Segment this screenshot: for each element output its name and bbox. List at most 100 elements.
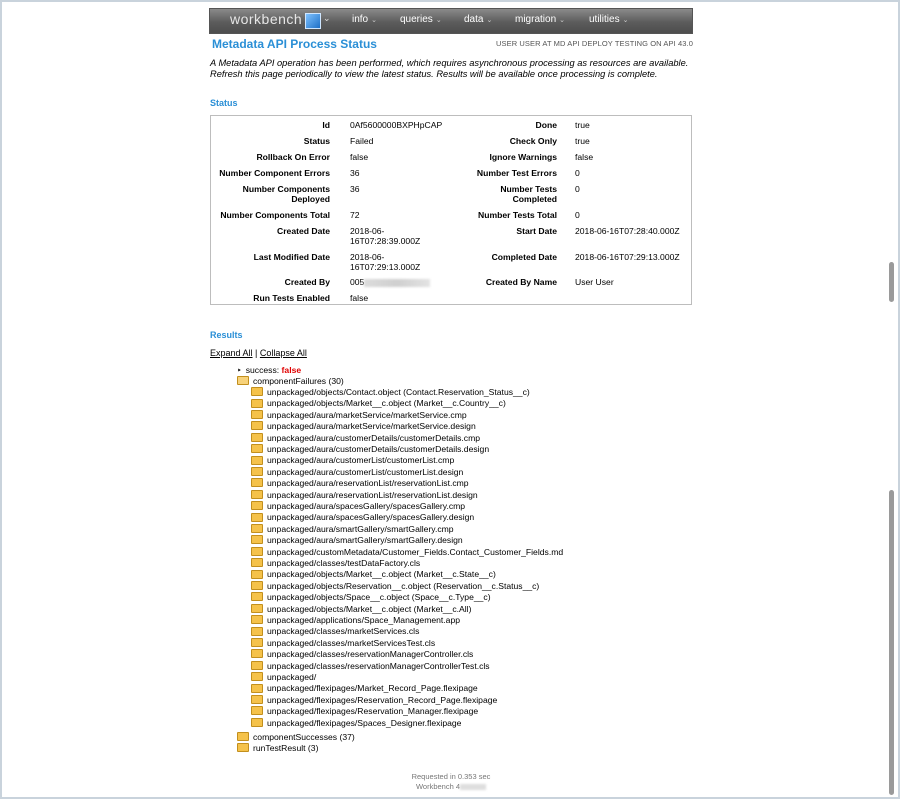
tree-node-success: ‣ success: false: [237, 365, 301, 376]
status-value-tests-completed: 0: [575, 184, 580, 194]
created-by-prefix: 005: [350, 277, 365, 287]
tree-node-failure[interactable]: unpackaged/flexipages/Spaces_Designer.fl…: [251, 718, 461, 729]
nav-menu-label: data: [464, 14, 484, 25]
tree-node-label: unpackaged/aura/spacesGallery/spacesGall…: [267, 501, 466, 511]
folder-icon: [251, 683, 263, 693]
tree-node-label: unpackaged/flexipages/Reservation_Record…: [267, 694, 498, 705]
tree-node-failure[interactable]: unpackaged/flexipages/Market_Record_Page…: [251, 683, 478, 694]
collapse-all-link[interactable]: Collapse All: [260, 348, 307, 358]
nav-menu-queries[interactable]: queries ⌄: [400, 14, 442, 25]
tree-node-failure[interactable]: unpackaged/aura/marketService/marketServ…: [251, 410, 467, 421]
tree-node-label: unpackaged/objects/Reservation__c.object…: [267, 580, 540, 591]
tree-node-component-failures[interactable]: componentFailures (30): [237, 376, 344, 387]
nav-menu-label: info: [352, 14, 369, 25]
status-value-component-errors: 36: [350, 168, 360, 178]
folder-icon: [251, 660, 263, 670]
tree-node-label: unpackaged/flexipages/Reservation_Manage…: [267, 706, 479, 717]
tree-node-failure[interactable]: unpackaged/classes/reservationManagerCon…: [251, 649, 473, 660]
tree-node-label: unpackaged/classes/testDataFactory.cls: [267, 558, 421, 568]
tree-node-failure[interactable]: unpackaged/customMetadata/Customer_Field…: [251, 547, 563, 558]
tree-node-label: unpackaged/classes/reservationManagerCon…: [267, 660, 490, 671]
folder-icon: [251, 524, 263, 534]
chevron-down-icon[interactable]: ⌄: [323, 13, 331, 24]
folder-icon: [251, 581, 263, 591]
tree-node-failure[interactable]: unpackaged/aura/reservationList/reservat…: [251, 478, 469, 489]
brand-logo-text[interactable]: workbench: [230, 11, 302, 27]
status-label-created-by: Created By: [284, 277, 330, 287]
chevron-down-icon: ⌄: [435, 17, 442, 24]
tree-node-failure[interactable]: unpackaged/objects/Space__c.object (Spac…: [251, 592, 491, 603]
tree-node-label: unpackaged/classes/marketServices.cls: [267, 626, 420, 637]
folder-icon: [251, 535, 263, 545]
tree-node-failure[interactable]: unpackaged/aura/smartGallery/smartGaller…: [251, 524, 454, 535]
tree-node-failure[interactable]: unpackaged/flexipages/Reservation_Manage…: [251, 706, 478, 717]
tree-node-failure[interactable]: unpackaged/objects/Contact.object (Conta…: [251, 387, 530, 398]
tree-node-failure[interactable]: unpackaged/: [251, 672, 316, 683]
nav-menu-migration[interactable]: migration ⌄: [515, 14, 565, 25]
tree-node-failure[interactable]: unpackaged/classes/marketServicesTest.cl…: [251, 638, 435, 649]
tree-node-failure[interactable]: unpackaged/aura/smartGallery/smartGaller…: [251, 535, 463, 546]
tree-node-failure[interactable]: unpackaged/classes/marketServices.cls: [251, 626, 419, 637]
folder-icon: [251, 467, 263, 477]
user-info-text: USER USER AT MD API DEPLOY TESTING ON AP…: [495, 39, 693, 48]
chevron-down-icon: ⌄: [559, 17, 566, 24]
status-value-tests-total: 0: [575, 210, 580, 220]
tree-node-label: unpackaged/objects/Market__c.object (Mar…: [267, 569, 496, 580]
folder-icon: [237, 743, 249, 753]
nav-menu-info[interactable]: info ⌄: [352, 14, 377, 25]
results-heading: Results: [210, 330, 243, 340]
scrollbar-thumb-upper[interactable]: [889, 262, 894, 302]
status-label-completed-date: Completed Date: [491, 252, 557, 262]
intro-message: A Metadata API operation has been perfor…: [210, 58, 689, 79]
folder-icon: [251, 398, 263, 408]
tree-node-failure[interactable]: unpackaged/aura/spacesGallery/spacesGall…: [251, 512, 474, 523]
tree-node-component-successes[interactable]: componentSuccesses (37): [237, 732, 355, 743]
status-label-id: Id: [322, 120, 330, 130]
tree-node-label: unpackaged/aura/smartGallery/smartGaller…: [267, 523, 454, 534]
nav-menu-utilities[interactable]: utilities ⌄: [589, 14, 628, 25]
folder-icon: [251, 569, 263, 579]
tree-node-failure[interactable]: unpackaged/aura/reservationList/reservat…: [251, 490, 478, 501]
tree-node-run-test-result[interactable]: runTestResult (3): [237, 743, 318, 754]
folder-icon: [251, 592, 263, 602]
folder-icon: [251, 695, 263, 705]
tree-node-failure[interactable]: unpackaged/aura/marketService/marketServ…: [251, 421, 476, 432]
tree-node-failure[interactable]: unpackaged/aura/spacesGallery/spacesGall…: [251, 501, 465, 512]
tree-node-label: unpackaged/objects/Market__c.object (Mar…: [267, 398, 506, 409]
tree-node-failure[interactable]: unpackaged/objects/Reservation__c.object…: [251, 581, 539, 592]
tree-node-failure[interactable]: unpackaged/aura/customerDetails/customer…: [251, 444, 489, 455]
tree-node-failure[interactable]: unpackaged/classes/reservationManagerCon…: [251, 661, 490, 672]
status-value-completed-date: 2018-06-16T07:29:13.000Z: [575, 252, 680, 262]
folder-icon: [251, 649, 263, 659]
status-value-done: true: [575, 120, 590, 130]
request-time: Requested in 0.353 sec: [411, 772, 491, 781]
tree-node-failure[interactable]: unpackaged/objects/Market__c.object (Mar…: [251, 398, 506, 409]
vertical-scrollbar[interactable]: [888, 4, 896, 797]
status-value-created-by-name: User User: [575, 277, 614, 287]
expand-all-link[interactable]: Expand All: [210, 348, 253, 358]
leaf-node-icon: ‣: [237, 366, 242, 375]
tree-node-failure[interactable]: unpackaged/aura/customerList/customerLis…: [251, 455, 454, 466]
tree-node-label: componentSuccesses (37): [253, 732, 355, 742]
tree-node-failure[interactable]: unpackaged/applications/Space_Management…: [251, 615, 460, 626]
folder-icon: [251, 410, 263, 420]
workbench-version: Workbench 4: [409, 782, 493, 792]
tree-node-label: unpackaged/objects/Contact.object (Conta…: [267, 387, 530, 397]
tree-node-label: unpackaged/applications/Space_Management…: [267, 615, 461, 625]
tree-node-failure[interactable]: unpackaged/classes/testDataFactory.cls: [251, 558, 420, 569]
tree-node-failure[interactable]: unpackaged/objects/Market__c.object (Mar…: [251, 569, 496, 580]
folder-icon: [251, 558, 263, 568]
chevron-down-icon: ⌄: [486, 17, 493, 24]
nav-menu-data[interactable]: data ⌄: [464, 14, 492, 25]
tree-node-failure[interactable]: unpackaged/flexipages/Reservation_Record…: [251, 695, 497, 706]
tree-node-failure[interactable]: unpackaged/aura/customerList/customerLis…: [251, 467, 463, 478]
tree-node-label: unpackaged/aura/spacesGallery/spacesGall…: [267, 512, 475, 523]
folder-icon: [237, 732, 249, 742]
status-value-ignore-warnings: false: [575, 152, 594, 162]
folder-icon: [251, 489, 263, 499]
tree-node-failure[interactable]: unpackaged/aura/customerDetails/customer…: [251, 433, 480, 444]
tree-node-failure[interactable]: unpackaged/objects/Market__c.object (Mar…: [251, 604, 471, 615]
folder-icon: [251, 512, 263, 522]
scrollbar-thumb-lower[interactable]: [889, 490, 894, 795]
tree-node-label: unpackaged/aura/smartGallery/smartGaller…: [267, 535, 463, 546]
